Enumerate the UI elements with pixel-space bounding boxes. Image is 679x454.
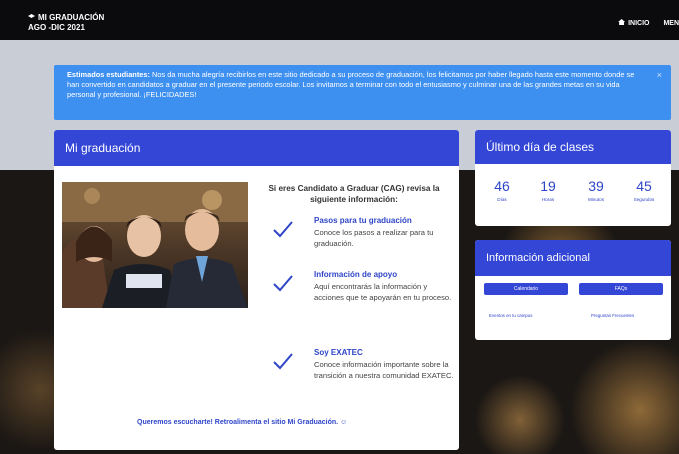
calendar-button[interactable]: Calendario — [484, 283, 568, 295]
graduation-steps-desc: Conoce los pasos a realizar para tu grad… — [314, 228, 434, 248]
my-graduation-title: Mi graduación — [54, 130, 459, 166]
support-info-link[interactable]: Información de apoyo — [314, 270, 397, 279]
cag-intro-text: Si eres Candidato a Graduar (CAG) revisa… — [268, 184, 440, 204]
countdown: 46 Días 19 Horas 39 Minutos 45 Segundos — [475, 178, 671, 218]
graduation-steps-link[interactable]: Pasos para tu graduación — [314, 216, 412, 225]
countdown-hours: 19 Horas — [525, 178, 571, 202]
countdown-days-label: Días — [497, 197, 507, 202]
countdown-minutes: 39 Minutos — [573, 178, 619, 202]
site-brand[interactable]: MI GRADUACIÓN AGO -DIC 2021 — [28, 13, 104, 33]
countdown-seconds-value: 45 — [636, 178, 652, 194]
page: MI GRADUACIÓN AGO -DIC 2021 INICIO MEN E… — [0, 0, 679, 454]
last-class-day-card: Último día de clases 46 Días 19 Horas 39… — [475, 130, 671, 226]
campus-events-link[interactable]: Eventos en tu campus — [489, 313, 532, 318]
graduates-photo-illustration — [62, 182, 248, 308]
alert-lead: Estimados estudiantes: — [67, 70, 150, 79]
close-icon[interactable]: × — [657, 70, 662, 80]
countdown-hours-label: Horas — [541, 197, 555, 202]
countdown-days-value: 46 — [494, 178, 510, 194]
faq-link[interactable]: Preguntas Frecuentes — [591, 313, 634, 318]
countdown-seconds-label: Segundos — [633, 197, 655, 202]
countdown-hours-value: 19 — [540, 178, 556, 194]
top-navbar: MI GRADUACIÓN AGO -DIC 2021 INICIO MEN — [0, 0, 679, 40]
countdown-minutes-value: 39 — [588, 178, 604, 194]
site-title: MI GRADUACIÓN — [38, 13, 105, 22]
last-class-day-title: Último día de clases — [475, 130, 671, 164]
nav-home-label: INICIO — [628, 20, 650, 27]
faqs-button[interactable]: FAQs — [579, 283, 663, 295]
additional-info-card: Información adicional Calendario FAQs Ev… — [475, 240, 671, 340]
nav-home-link[interactable]: INICIO — [618, 19, 650, 27]
nav-menu: INICIO MEN — [606, 19, 679, 27]
feedback-link[interactable]: Queremos escucharte! Retroalimenta el si… — [137, 419, 347, 426]
exatec-desc: Conoce información importante sobre la t… — [314, 360, 454, 380]
period-label: AGO -DIC 2021 — [28, 23, 85, 32]
countdown-minutes-label: Minutos — [587, 197, 605, 202]
graduates-photo — [62, 182, 248, 308]
check-icon — [273, 221, 293, 238]
check-icon — [273, 353, 293, 370]
alert-message: Nos da mucha alegría recibirlos en este … — [67, 70, 635, 99]
check-icon — [273, 275, 293, 292]
home-icon — [618, 19, 626, 25]
countdown-seconds: 45 Segundos — [621, 178, 667, 202]
support-info-desc: Aquí encontrarás la información y accion… — [314, 282, 452, 302]
additional-info-title: Información adicional — [475, 240, 671, 276]
countdown-days: 46 Días — [479, 178, 525, 202]
welcome-alert: Estimados estudiantes: Nos da mucha aleg… — [54, 65, 671, 120]
my-graduation-card: Mi graduación Si eres Candidato a Gradua… — [54, 130, 459, 450]
nav-menu-link[interactable]: MEN — [663, 20, 679, 27]
graduation-cap-icon — [28, 14, 35, 18]
exatec-link[interactable]: Soy EXATEC — [314, 348, 363, 357]
